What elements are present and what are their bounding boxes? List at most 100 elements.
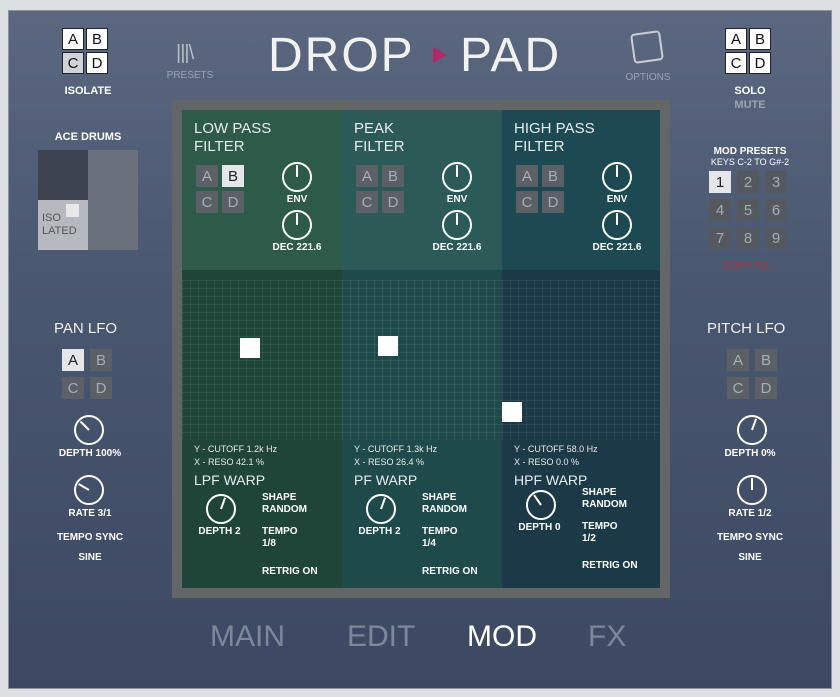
pitch-sync-label[interactable]: TEMPO SYNC — [690, 532, 810, 543]
hpf-xy-dot[interactable] — [502, 402, 522, 422]
pan-b[interactable]: B — [90, 349, 112, 371]
hpf-env-knob[interactable] — [602, 162, 632, 192]
isolate-a[interactable]: A — [62, 28, 84, 50]
mod-preset-4[interactable]: 4 — [709, 199, 731, 221]
mod-preset-1[interactable]: 1 — [709, 171, 731, 193]
pitch-c[interactable]: C — [727, 377, 749, 399]
pf-env-label: ENV — [446, 194, 468, 205]
lpf-c[interactable]: C — [196, 191, 218, 213]
pf-xy-dot[interactable] — [378, 336, 398, 356]
hpf-shape2[interactable]: RANDOM — [582, 499, 627, 510]
pan-lfo-title: PAN LFO — [54, 320, 118, 337]
mod-preset-7[interactable]: 7 — [709, 227, 731, 249]
presets-label[interactable]: PRESETS — [160, 70, 220, 81]
presets-icon[interactable]: |||\ — [176, 42, 194, 65]
lpf-xres: X - RESO 42.1 % — [194, 457, 265, 467]
isolate-d[interactable]: D — [86, 52, 108, 74]
solo-c[interactable]: C — [725, 52, 747, 74]
mute-label[interactable]: MUTE — [720, 99, 780, 111]
pf-shape2[interactable]: RANDOM — [422, 504, 467, 515]
lpf-warp-depth-knob[interactable] — [206, 494, 236, 524]
lpf-tempo1: TEMPO — [262, 526, 298, 537]
pitch-b[interactable]: B — [755, 349, 777, 371]
pan-a[interactable]: A — [62, 349, 84, 371]
pf-warp-depth: DEPTH 2 — [358, 526, 401, 537]
pan-shape-label[interactable]: SINE — [30, 552, 150, 563]
solo-b[interactable]: B — [749, 28, 771, 50]
pf-b[interactable]: B — [382, 165, 404, 187]
pan-depth-knob[interactable] — [74, 415, 104, 445]
lpf-dec-label: DEC 221.6 — [272, 242, 322, 253]
pitch-a[interactable]: A — [727, 349, 749, 371]
pitch-rate-knob[interactable] — [737, 475, 767, 505]
hpf-tempo2[interactable]: 1/2 — [582, 533, 596, 544]
lpf-d[interactable]: D — [222, 191, 244, 213]
pf-c[interactable]: C — [356, 191, 378, 213]
lpf-shape2[interactable]: RANDOM — [262, 504, 307, 515]
lpf-a[interactable]: A — [196, 165, 218, 187]
pf-retrig[interactable]: RETRIG ON — [422, 566, 478, 577]
logo-arrow-icon — [433, 47, 447, 63]
solo-label[interactable]: SOLO — [720, 85, 780, 97]
mod-preset-9[interactable]: 9 — [765, 227, 787, 249]
solo-a[interactable]: A — [725, 28, 747, 50]
mod-presets-keys: KEYS C-2 TO G#-2 — [710, 157, 790, 167]
lpf-column: LOW PASS FILTER A B C D ENV DEC 221.6 Y … — [182, 110, 342, 588]
lpf-xy-dot[interactable] — [240, 338, 260, 358]
hpf-b[interactable]: B — [542, 165, 564, 187]
pan-d[interactable]: D — [90, 377, 112, 399]
pf-title2: FILTER — [354, 138, 405, 155]
pitch-shape-label[interactable]: SINE — [690, 552, 810, 563]
hpf-warp-depth-knob[interactable] — [526, 490, 556, 520]
pitch-depth-knob[interactable] — [737, 415, 767, 445]
pitch-lfo-grid: A B C D — [727, 349, 777, 399]
pf-xy-pad[interactable] — [342, 280, 502, 440]
hpf-a[interactable]: A — [516, 165, 538, 187]
options-label[interactable]: OPTIONS — [618, 72, 678, 83]
copy-to-button[interactable]: COPY TO... — [700, 261, 800, 272]
hpf-retrig[interactable]: RETRIG ON — [582, 560, 638, 571]
hpf-d[interactable]: D — [542, 191, 564, 213]
tab-mod[interactable]: MOD — [467, 620, 537, 654]
mod-preset-5[interactable]: 5 — [737, 199, 759, 221]
hpf-env-label: ENV — [606, 194, 628, 205]
isolate-b[interactable]: B — [86, 28, 108, 50]
pitch-d[interactable]: D — [755, 377, 777, 399]
pf-column: PEAK FILTER A B C D ENV DEC 221.6 Y - CU… — [342, 110, 502, 588]
lpf-env-knob[interactable] — [282, 162, 312, 192]
pf-env-knob[interactable] — [442, 162, 472, 192]
pan-rate-knob[interactable] — [74, 475, 104, 505]
dice-icon[interactable] — [630, 30, 664, 64]
hpf-xres: X - RESO 0.0 % — [514, 457, 580, 467]
mod-preset-3[interactable]: 3 — [765, 171, 787, 193]
tab-edit[interactable]: EDIT — [347, 620, 415, 654]
isolate-c[interactable]: C — [62, 52, 84, 74]
lpf-retrig[interactable]: RETRIG ON — [262, 566, 318, 577]
pf-warp-depth-knob[interactable] — [366, 494, 396, 524]
lpf-xy-pad[interactable] — [182, 280, 342, 440]
lpf-shape1: SHAPE — [262, 492, 297, 503]
logo-pad: PAD — [460, 29, 562, 82]
hpf-dec-knob[interactable] — [602, 210, 632, 240]
pf-dec-knob[interactable] — [442, 210, 472, 240]
lpf-tempo2[interactable]: 1/8 — [262, 538, 276, 549]
lpf-dec-knob[interactable] — [282, 210, 312, 240]
ace-drums-grid[interactable]: ISO LATED — [38, 150, 138, 250]
pf-a[interactable]: A — [356, 165, 378, 187]
pf-dec-label: DEC 221.6 — [432, 242, 482, 253]
tab-main[interactable]: MAIN — [210, 620, 285, 654]
pan-c[interactable]: C — [62, 377, 84, 399]
hpf-xy-pad[interactable] — [502, 280, 660, 440]
pf-tempo2[interactable]: 1/4 — [422, 538, 436, 549]
hpf-c[interactable]: C — [516, 191, 538, 213]
tab-fx[interactable]: FX — [588, 620, 626, 654]
solo-d[interactable]: D — [749, 52, 771, 74]
mod-preset-2[interactable]: 2 — [737, 171, 759, 193]
hpf-warp-depth: DEPTH 0 — [518, 522, 561, 533]
lpf-title2: FILTER — [194, 138, 245, 155]
pan-sync-label[interactable]: TEMPO SYNC — [30, 532, 150, 543]
mod-preset-8[interactable]: 8 — [737, 227, 759, 249]
lpf-b[interactable]: B — [222, 165, 244, 187]
pf-d[interactable]: D — [382, 191, 404, 213]
mod-preset-6[interactable]: 6 — [765, 199, 787, 221]
